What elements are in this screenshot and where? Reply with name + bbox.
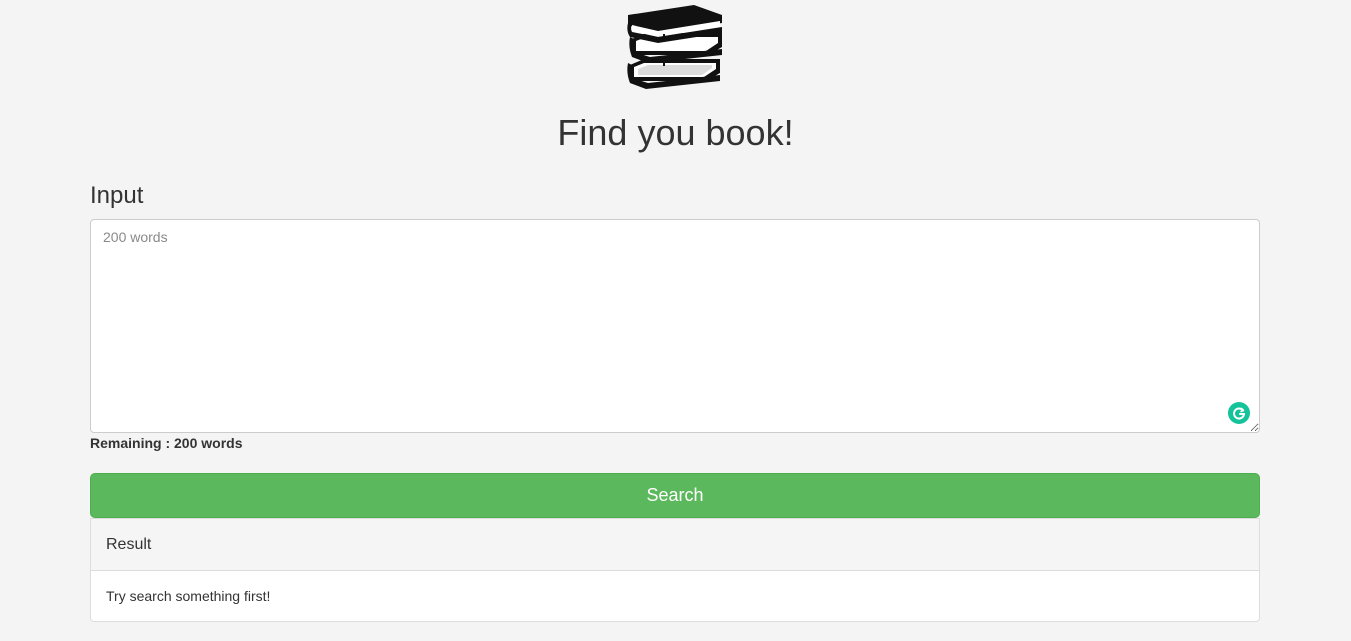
result-body-text: Try search something first! [106, 588, 271, 604]
page-title: Find you book! [557, 112, 794, 153]
remaining-word-count: Remaining : 200 words [90, 435, 243, 451]
input-textarea-container [90, 219, 1260, 433]
input-textarea[interactable] [90, 219, 1260, 433]
result-panel: Result Try search something first! [90, 518, 1260, 622]
input-label: Input [90, 182, 144, 209]
grammarly-icon[interactable] [1228, 402, 1250, 424]
result-heading: Result [91, 519, 1259, 571]
search-button[interactable]: Search [90, 473, 1260, 518]
books-stack-icon [624, 3, 726, 89]
